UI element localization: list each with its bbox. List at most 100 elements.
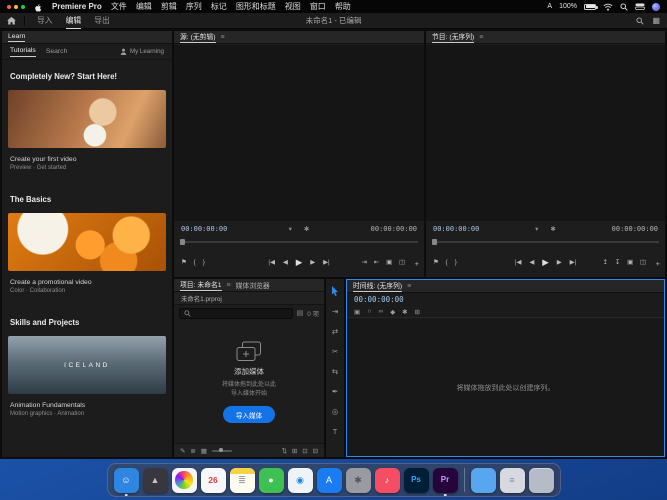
writable-toggle-icon[interactable]: ✎ xyxy=(180,447,185,455)
step-back-icon[interactable]: ◀ xyxy=(283,259,288,266)
dock-messages-icon[interactable]: ● xyxy=(259,468,284,493)
pen-tool[interactable]: ✒ xyxy=(332,387,338,396)
zoom-level-dropdown[interactable]: ▾ xyxy=(535,225,538,233)
play-icon[interactable]: ▶ xyxy=(542,257,549,268)
overwrite-icon[interactable]: ⇤ xyxy=(374,259,379,266)
menu-help[interactable]: 帮助 xyxy=(335,1,351,12)
slip-tool[interactable]: ⇆ xyxy=(332,367,338,376)
dock-photos-icon[interactable] xyxy=(172,468,197,493)
go-to-out-icon[interactable]: ▶| xyxy=(570,259,576,266)
monitor-settings-icon[interactable]: ✱ xyxy=(550,225,555,233)
panel-menu-icon[interactable]: ≡ xyxy=(221,34,225,41)
project-breadcrumb[interactable]: 未命名1.prproj xyxy=(174,292,324,305)
lift-icon[interactable]: ↥ xyxy=(603,259,608,266)
timeline-drop-area[interactable]: 将媒体拖放到此处以创建序列。 xyxy=(347,319,664,456)
comparison-view-icon[interactable]: ◫ xyxy=(399,259,405,266)
selection-tool[interactable] xyxy=(331,286,339,296)
go-to-out-icon[interactable]: ▶| xyxy=(323,259,329,266)
media-browser-tab[interactable]: 媒体浏览器 xyxy=(236,280,270,290)
sort-icon[interactable]: ⇅ xyxy=(282,447,287,455)
menu-view[interactable]: 视图 xyxy=(285,1,301,12)
dock-finder-icon[interactable]: ☺ xyxy=(114,468,139,493)
tab-tutorials[interactable]: Tutorials xyxy=(10,47,36,57)
mark-in-icon[interactable]: { xyxy=(194,259,196,266)
import-media-button[interactable]: 导入媒体 xyxy=(223,406,275,423)
go-to-in-icon[interactable]: |◀ xyxy=(268,259,274,266)
new-item-icon[interactable]: ⊡ xyxy=(302,447,307,455)
add-marker-icon[interactable]: ⚑ xyxy=(433,259,439,266)
export-frame-icon[interactable]: ▣ xyxy=(627,259,633,266)
dock-settings-icon[interactable]: ✱ xyxy=(346,468,371,493)
dock-appstore-icon[interactable]: A xyxy=(317,468,342,493)
comparison-view-icon[interactable]: ◫ xyxy=(640,259,646,266)
project-panel-tab[interactable]: 项目: 未命名1 xyxy=(180,279,222,291)
siri-icon[interactable] xyxy=(652,3,660,11)
dock-launchpad-icon[interactable]: ▲ xyxy=(143,468,168,493)
project-search-input[interactable] xyxy=(194,310,288,316)
panel-menu-icon[interactable]: ≡ xyxy=(479,34,483,41)
monitor-settings-icon[interactable]: ✱ xyxy=(304,225,309,233)
menu-clip[interactable]: 剪辑 xyxy=(161,1,177,12)
timeline-panel-tab[interactable]: 时间线: (无序列) xyxy=(353,280,402,292)
step-back-icon[interactable]: ◀ xyxy=(529,259,534,266)
menu-markers[interactable]: 标记 xyxy=(211,1,227,12)
add-marker-icon[interactable]: ⚑ xyxy=(181,259,187,266)
export-frame-icon[interactable]: ▣ xyxy=(386,259,392,266)
dock-music-icon[interactable]: ♪ xyxy=(375,468,400,493)
source-scrubber[interactable] xyxy=(174,237,424,247)
timeline-settings-icon[interactable]: ✱ xyxy=(402,308,407,316)
dock-premiere-icon[interactable]: Pr xyxy=(433,468,458,493)
battery-icon[interactable] xyxy=(584,4,596,10)
zoom-level-dropdown[interactable]: ▾ xyxy=(289,225,292,233)
close-window-icon[interactable] xyxy=(7,5,11,9)
workspaces-icon[interactable]: ▦ xyxy=(652,16,660,25)
thumbnail-zoom-slider[interactable] xyxy=(212,450,232,452)
home-icon[interactable] xyxy=(7,16,25,26)
input-source-icon[interactable]: A xyxy=(547,3,552,10)
delete-icon[interactable]: ⊟ xyxy=(313,447,318,455)
dock-folder-icon[interactable] xyxy=(471,468,496,493)
spotlight-search-icon[interactable] xyxy=(620,3,628,11)
razor-tool[interactable]: ✂ xyxy=(332,347,338,356)
tutorial-card-thumbnail[interactable] xyxy=(8,90,166,148)
go-to-in-icon[interactable]: |◀ xyxy=(515,259,521,266)
my-learning-link[interactable]: My Learning xyxy=(120,48,164,55)
apple-menu-icon[interactable] xyxy=(34,1,43,12)
mark-out-icon[interactable]: } xyxy=(203,259,205,266)
caption-options-icon[interactable]: ⊞ xyxy=(414,308,419,316)
step-forward-icon[interactable]: ▶ xyxy=(310,259,315,266)
type-tool[interactable]: T xyxy=(333,427,338,436)
minimize-window-icon[interactable] xyxy=(14,5,18,9)
button-editor-icon[interactable]: + xyxy=(656,259,660,268)
tutorial-card-title[interactable]: Create your first video xyxy=(10,156,164,163)
insert-icon[interactable]: ⇥ xyxy=(362,259,367,266)
control-center-icon[interactable] xyxy=(635,3,645,10)
mark-out-icon[interactable]: } xyxy=(455,259,457,266)
dock-photoshop-icon[interactable]: Ps xyxy=(404,468,429,493)
project-filename[interactable]: 未命名1.prproj xyxy=(181,294,222,303)
scrubber-playhead[interactable] xyxy=(180,239,185,245)
track-select-tool[interactable]: ⇥ xyxy=(332,307,338,316)
dock-calendar-icon[interactable]: 26 xyxy=(201,468,226,493)
button-editor-icon[interactable]: + xyxy=(415,259,419,268)
linked-selection-icon[interactable]: ∞ xyxy=(379,308,384,315)
source-panel-tab[interactable]: 源: (无剪辑) xyxy=(180,31,216,43)
tab-export[interactable]: 导出 xyxy=(94,13,110,29)
nest-toggle-icon[interactable]: ▣ xyxy=(354,308,360,316)
tutorial-card-title[interactable]: Create a promotional video xyxy=(10,279,164,286)
program-panel-tab[interactable]: 节目: (无序列) xyxy=(432,31,474,43)
new-bin-icon[interactable]: ⊞ xyxy=(292,447,297,455)
menu-edit[interactable]: 编辑 xyxy=(136,1,152,12)
tutorial-card-title[interactable]: Animation Fundamentals xyxy=(10,402,164,409)
panel-menu-icon[interactable]: ≡ xyxy=(227,282,231,289)
extract-icon[interactable]: ↧ xyxy=(615,259,620,266)
add-marker-icon[interactable]: ◆ xyxy=(390,308,395,316)
tab-search[interactable]: Search xyxy=(46,48,68,55)
menu-window[interactable]: 窗口 xyxy=(310,1,326,12)
hand-tool[interactable]: ◎ xyxy=(332,407,339,416)
tutorial-card-thumbnail[interactable] xyxy=(8,213,166,271)
panel-menu-icon[interactable]: ≡ xyxy=(407,283,411,290)
quick-search-icon[interactable] xyxy=(636,17,644,25)
list-view-icon[interactable]: ≣ xyxy=(190,447,195,455)
play-icon[interactable]: ▶ xyxy=(296,257,303,268)
